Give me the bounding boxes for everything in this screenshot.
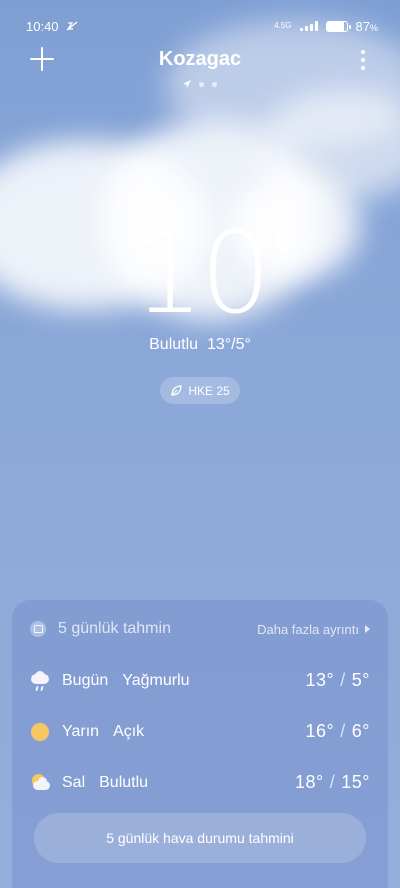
forecast-high: 16° (305, 721, 335, 741)
aqi-label: HKE 25 (188, 383, 230, 398)
network-type: 4.5G (274, 21, 292, 30)
chevron-right-icon (365, 625, 370, 633)
forecast-high: 18° (295, 772, 324, 792)
forecast-card: 5 günlük tahmin Daha fazla ayrıntı Bugün… (12, 600, 388, 888)
current-condition: Bulutlu 13°/5° (0, 336, 400, 354)
more-details-link[interactable]: Daha fazla ayrıntı (257, 622, 370, 637)
condition-text: Bulutlu (149, 336, 199, 353)
location-arrow-icon (183, 80, 191, 88)
forecast-header: 5 günlük tahmin Daha fazla ayrıntı (30, 620, 370, 638)
temperature-unit: °C (262, 224, 296, 257)
temp-separator: / (340, 721, 346, 741)
temp-separator: / (329, 772, 336, 792)
temperature-range: 13°/5° (206, 336, 251, 353)
battery-unit: % (369, 22, 378, 33)
rain-cloud-icon (30, 670, 50, 691)
air-quality-badge[interactable]: HKE 25 (160, 377, 240, 404)
forecast-day: Bugün (62, 671, 109, 689)
forecast-day: Sal (62, 773, 86, 791)
no-data-icon (66, 21, 77, 31)
forecast-low: 15° (341, 772, 370, 792)
more-details-label: Daha fazla ayrıntı (257, 621, 359, 637)
forecast-low: 6° (351, 721, 370, 741)
city-name: Kozagac (158, 48, 242, 70)
forecast-row[interactable]: Yarın Açık 16°/6° (30, 706, 370, 757)
battery-icon (325, 20, 351, 32)
temp-separator: / (340, 670, 346, 690)
page-indicator (0, 80, 400, 88)
forecast-high: 13° (305, 670, 335, 690)
battery-percent: 87 (355, 18, 370, 34)
forecast-title: 5 günlük tahmin (58, 620, 171, 637)
forecast-row[interactable]: Bugün Yağmurlu 13°/5° (30, 655, 370, 706)
leaf-icon (171, 384, 182, 396)
forecast-condition: Açık (113, 722, 145, 740)
partly-cloudy-icon (30, 773, 50, 793)
signal-icon (299, 21, 318, 31)
top-bar: Kozagac (0, 44, 400, 94)
five-day-forecast-label: 5 günlük hava durumu tahmini (106, 830, 294, 846)
status-bar: 10:40 4.5G 87% (0, 0, 400, 40)
forecast-day: Yarın (62, 722, 100, 740)
temperature-block: 10 (0, 218, 400, 330)
page-dot (212, 81, 217, 87)
calendar-icon (30, 621, 46, 637)
forecast-condition: Yağmurlu (122, 671, 190, 689)
current-temperature: 10 (132, 209, 272, 339)
forecast-list: Bugün Yağmurlu 13°/5° Yarın Açık 16°/6° (30, 655, 370, 808)
forecast-row[interactable]: Sal Bulutlu 18°/15° (30, 757, 370, 808)
five-day-forecast-button[interactable]: 5 günlük hava durumu tahmini (34, 813, 366, 863)
forecast-low: 5° (351, 670, 370, 690)
sun-icon (30, 722, 50, 742)
forecast-condition: Bulutlu (99, 773, 149, 791)
page-dot (199, 81, 204, 87)
more-options-button[interactable] (360, 50, 366, 70)
clock: 10:40 (26, 18, 59, 34)
